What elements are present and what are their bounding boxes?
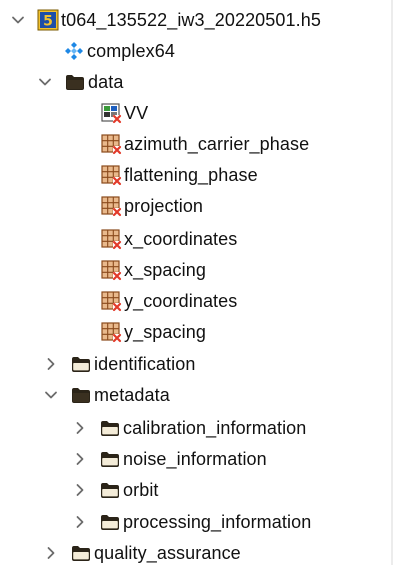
- chevron-right-icon[interactable]: [72, 420, 88, 436]
- tree-node-group-calibration-information[interactable]: calibration_information: [72, 412, 306, 443]
- tree-node-label: complex64: [87, 40, 175, 61]
- chevron-right-icon[interactable]: [72, 451, 88, 467]
- dataset-icon: [100, 133, 122, 155]
- tree-node-datatype[interactable]: complex64: [63, 35, 175, 66]
- datatype-icon: [63, 40, 85, 62]
- tree-node-group-noise-information[interactable]: noise_information: [72, 443, 267, 474]
- chevron-right-icon[interactable]: [43, 545, 59, 561]
- tree-node-label: VV: [124, 102, 149, 123]
- tree-node-root-file[interactable]: t064_135522_iw3_20220501.h5: [10, 4, 321, 35]
- tree-node-group-data[interactable]: data: [37, 66, 123, 97]
- chevron-right-icon[interactable]: [72, 482, 88, 498]
- dataset-icon: [100, 321, 122, 343]
- tree-node-group-metadata[interactable]: metadata: [43, 379, 170, 410]
- tree-node-label: orbit: [123, 479, 159, 500]
- tree-node-group-identification[interactable]: identification: [43, 348, 195, 379]
- chevron-down-icon[interactable]: [10, 12, 26, 28]
- tree-node-label: quality_assurance: [94, 542, 241, 563]
- dataset-icon: [100, 259, 122, 281]
- tree-node-label: processing_information: [123, 511, 312, 532]
- dataset-icon: [100, 164, 122, 186]
- tree-node-label: noise_information: [123, 448, 267, 469]
- tree-node-label: x_spacing: [124, 259, 206, 280]
- folder-closed-icon: [70, 353, 92, 375]
- tree-node-label: identification: [94, 353, 196, 374]
- folder-closed-icon: [99, 448, 121, 470]
- tree-node-dataset-azimuth-carrier-phase[interactable]: azimuth_carrier_phase: [100, 128, 309, 159]
- tree-node-label: calibration_information: [123, 417, 307, 438]
- folder-closed-icon: [70, 542, 92, 564]
- tree-node-dataset-flattening-phase[interactable]: flattening_phase: [100, 159, 258, 190]
- tree-node-group-processing-information[interactable]: processing_information: [72, 506, 311, 537]
- folder-open-icon: [64, 71, 86, 93]
- tree-node-label: y_spacing: [124, 321, 206, 342]
- dataset-icon: [100, 290, 122, 312]
- tree-node-label: flattening_phase: [124, 164, 258, 185]
- chevron-right-icon[interactable]: [43, 356, 59, 372]
- chevron-down-icon[interactable]: [43, 387, 59, 403]
- tree-node-dataset-y-spacing[interactable]: y_spacing: [100, 316, 206, 347]
- hdf5-file-icon: [37, 9, 59, 31]
- tree-node-dataset-vv[interactable]: VV: [100, 97, 148, 128]
- chevron-right-icon[interactable]: [72, 514, 88, 530]
- tree-node-label: metadata: [94, 384, 170, 405]
- tree-node-group-quality-assurance[interactable]: quality_assurance: [43, 537, 241, 565]
- chevron-down-icon[interactable]: [37, 74, 53, 90]
- tree-node-group-orbit[interactable]: orbit: [72, 474, 159, 505]
- tree-node-dataset-projection[interactable]: projection: [100, 190, 203, 221]
- folder-closed-icon: [99, 417, 121, 439]
- folder-closed-icon: [99, 479, 121, 501]
- tree-node-dataset-x-coordinates[interactable]: x_coordinates: [100, 223, 237, 254]
- tree-node-label: y_coordinates: [124, 290, 238, 311]
- tree-node-label: projection: [124, 195, 204, 216]
- tree-node-dataset-y-coordinates[interactable]: y_coordinates: [100, 285, 237, 316]
- dataset-icon: [100, 228, 122, 250]
- folder-open-icon: [70, 384, 92, 406]
- hdf-tree-panel: { "tree": { "root": { "label": "t064_135…: [0, 0, 393, 565]
- tree-node-label: x_coordinates: [124, 228, 238, 249]
- tree-node-label: azimuth_carrier_phase: [124, 133, 310, 154]
- tree-node-label: t064_135522_iw3_20220501.h5: [61, 9, 321, 30]
- tree-node-label: data: [88, 71, 124, 92]
- tree-node-dataset-x-spacing[interactable]: x_spacing: [100, 254, 206, 285]
- folder-closed-icon: [99, 511, 121, 533]
- image-dataset-icon: [100, 102, 122, 124]
- dataset-icon: [100, 195, 122, 217]
